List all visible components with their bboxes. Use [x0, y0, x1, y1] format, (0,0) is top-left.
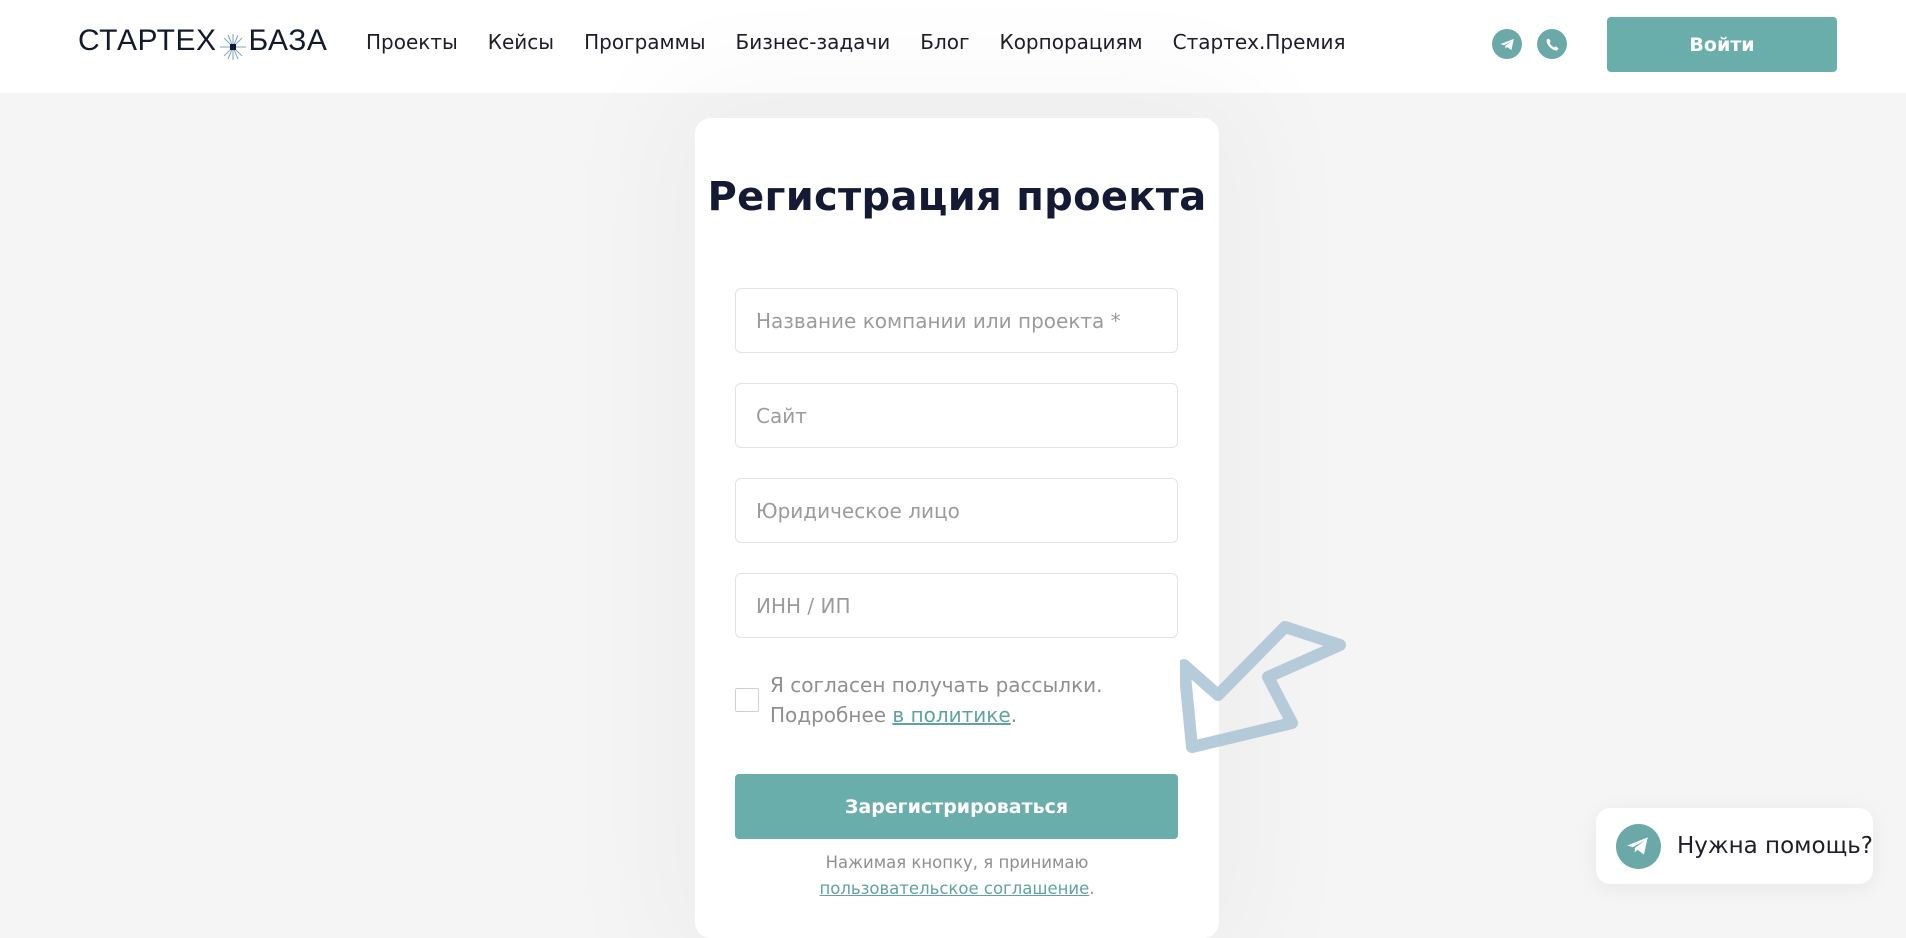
logo-text-left: СТАРТЕХ: [78, 24, 217, 57]
website-field[interactable]: [735, 383, 1178, 448]
logo-text-right: БАЗА: [248, 24, 328, 57]
telegram-icon: [1616, 823, 1661, 869]
login-button[interactable]: Войти: [1607, 17, 1837, 72]
page-title: Регистрация проекта: [707, 174, 1207, 220]
privacy-policy-link[interactable]: в политике: [892, 703, 1010, 727]
terms-notice: Нажимая кнопку, я принимаю пользовательс…: [695, 850, 1219, 902]
user-agreement-link[interactable]: пользовательское соглашение: [819, 879, 1089, 898]
terms-text: Нажимая кнопку, я принимаю: [825, 853, 1089, 872]
nav-item-corporations[interactable]: Корпорациям: [1000, 30, 1143, 54]
terms-suffix: .: [1089, 879, 1095, 898]
newsletter-consent-label: Я согласен получать рассылки. Подробнее …: [770, 670, 1190, 730]
legal-entity-field[interactable]: [735, 478, 1178, 543]
site-header: СТАРТЕХ БАЗА Проекты Кейсы Программы Биз…: [0, 0, 1906, 93]
consent-suffix: .: [1010, 703, 1018, 727]
phone-icon[interactable]: [1537, 29, 1567, 59]
main-nav: Проекты Кейсы Программы Бизнес-задачи Бл…: [366, 30, 1376, 54]
telegram-icon[interactable]: [1492, 29, 1522, 59]
help-label: Нужна помощь?: [1676, 833, 1873, 859]
nav-item-projects[interactable]: Проекты: [366, 30, 458, 54]
nav-item-business-tasks[interactable]: Бизнес-задачи: [736, 30, 891, 54]
logo-spark-icon: [218, 24, 248, 64]
nav-item-premium[interactable]: Стартех.Премия: [1173, 30, 1346, 54]
help-widget[interactable]: Нужна помощь?: [1596, 808, 1873, 884]
register-button[interactable]: Зарегистрироваться: [735, 774, 1178, 839]
nav-item-cases[interactable]: Кейсы: [488, 30, 554, 54]
nav-item-blog[interactable]: Блог: [920, 30, 969, 54]
nav-item-programs[interactable]: Программы: [584, 30, 705, 54]
arrow-icon: [1180, 621, 1346, 753]
logo[interactable]: СТАРТЕХ БАЗА: [78, 24, 327, 64]
registration-card: Регистрация проекта Я согласен получать …: [695, 118, 1219, 938]
company-name-field[interactable]: [735, 288, 1178, 353]
newsletter-checkbox[interactable]: [735, 688, 759, 712]
inn-field[interactable]: [735, 573, 1178, 638]
